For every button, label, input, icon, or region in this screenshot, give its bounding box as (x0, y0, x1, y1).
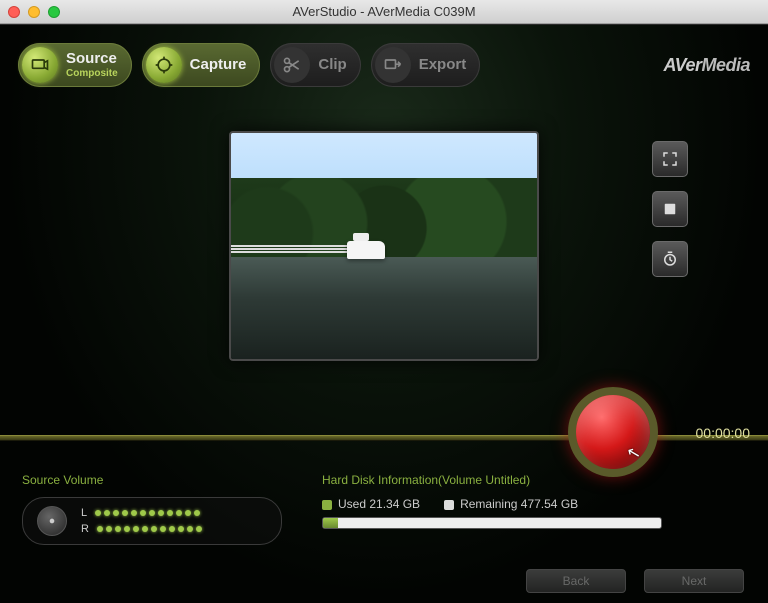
volume-meter: L R (22, 497, 282, 545)
meter-dots-left (95, 510, 200, 516)
clip-icon (274, 47, 310, 83)
export-icon (375, 47, 411, 83)
next-button[interactable]: Next (644, 569, 744, 593)
record-button[interactable] (568, 387, 658, 477)
step-capture[interactable]: Capture (142, 43, 261, 87)
step-label: Source (66, 51, 118, 68)
window-title: AVerStudio - AVerMedia C039M (0, 4, 768, 19)
capture-icon (146, 47, 182, 83)
step-clip: Clip (270, 43, 360, 87)
record-bar: ↖ 00:00:00 (0, 403, 768, 467)
footer: Back Next (0, 563, 768, 603)
side-tools (652, 141, 688, 277)
disk-bar (322, 517, 662, 529)
meter-right: R (81, 523, 202, 535)
timecode: 00:00:00 (696, 425, 751, 441)
step-export: Export (371, 43, 481, 87)
speaker-icon[interactable] (37, 506, 67, 536)
disk-legend: Used 21.34 GB Remaining 477.54 GB (322, 497, 662, 511)
step-label: Clip (318, 57, 346, 74)
brand-logo: AVerMedia (663, 55, 750, 76)
step-nav: Source Composite Capture Clip (0, 25, 768, 101)
disk-section: Hard Disk Information(Volume Untitled) U… (322, 473, 662, 557)
titlebar: AVerStudio - AVerMedia C039M (0, 0, 768, 24)
brand-prefix: AVer (663, 55, 701, 75)
info-panel: Source Volume L R Hard Disk I (0, 467, 768, 563)
disk-title: Hard Disk Information(Volume Untitled) (322, 473, 662, 487)
meter-left: L (81, 507, 202, 519)
disk-used: Used 21.34 GB (322, 497, 420, 511)
step-label: Export (419, 57, 467, 74)
volume-title: Source Volume (22, 473, 282, 487)
snapshot-button[interactable] (652, 191, 688, 227)
step-source[interactable]: Source Composite (18, 43, 132, 87)
source-icon (22, 47, 58, 83)
step-sublabel: Composite (66, 68, 118, 79)
disk-remaining: Remaining 477.54 GB (444, 497, 578, 511)
step-label: Capture (190, 57, 247, 74)
timer-button[interactable] (652, 241, 688, 277)
disk-bar-fill (323, 518, 338, 528)
channel-label: R (81, 523, 89, 535)
brand-suffix: Media (701, 55, 750, 75)
channel-label: L (81, 507, 87, 519)
volume-section: Source Volume L R (22, 473, 282, 557)
video-preview[interactable] (229, 131, 539, 361)
meter-dots-right (97, 526, 202, 532)
app-body: Source Composite Capture Clip (0, 24, 768, 603)
back-button[interactable]: Back (526, 569, 626, 593)
fullscreen-button[interactable] (652, 141, 688, 177)
